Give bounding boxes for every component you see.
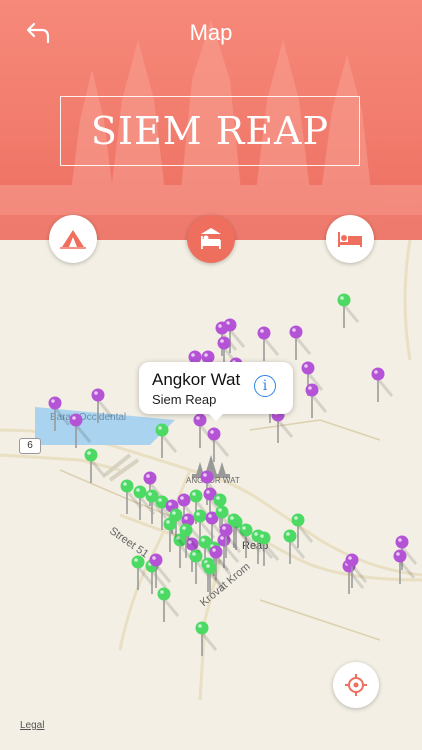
bed-icon	[338, 232, 362, 247]
callout-tail	[207, 412, 225, 421]
attraction-map-pin[interactable]	[257, 326, 280, 362]
restaurant-map-pin[interactable]	[257, 531, 280, 567]
restaurant-map-pin[interactable]	[283, 529, 306, 565]
restaurant-map-pin[interactable]	[291, 513, 314, 549]
attraction-map-pin[interactable]	[91, 388, 114, 424]
legal-link[interactable]: Legal	[20, 720, 44, 731]
attraction-map-pin[interactable]	[305, 383, 328, 419]
tent-icon	[60, 230, 86, 249]
attraction-map-pin[interactable]	[48, 396, 71, 432]
attraction-map-pin[interactable]	[69, 413, 92, 449]
header-banner: Map SIEM REAP	[0, 0, 422, 250]
attraction-map-pin[interactable]	[393, 549, 416, 585]
map-callout[interactable]: Angkor Wat Siem Reap i	[139, 362, 293, 421]
callout-title: Angkor Wat	[152, 370, 241, 389]
callout-subtitle: Siem Reap	[152, 392, 217, 407]
restaurant-map-pin[interactable]	[155, 423, 178, 459]
info-icon[interactable]: i	[254, 375, 276, 397]
attraction-map-pin[interactable]	[289, 325, 312, 361]
locate-button[interactable]	[333, 662, 379, 708]
restaurant-map-pin[interactable]	[157, 587, 180, 623]
restaurant-map-pin[interactable]	[84, 448, 107, 484]
city-title-frame: SIEM REAP	[60, 96, 360, 166]
restaurant-map-pin[interactable]	[337, 293, 360, 329]
attraction-map-pin[interactable]	[207, 427, 230, 463]
bed-category-button[interactable]	[326, 215, 374, 263]
restaurant-map-pin[interactable]	[203, 561, 226, 597]
restaurant-map-pin[interactable]	[195, 621, 218, 657]
tent-category-button[interactable]	[49, 215, 97, 263]
hotel-bed-icon	[201, 228, 221, 249]
page-title: Map	[189, 20, 233, 45]
attraction-map-pin[interactable]	[371, 367, 394, 403]
city-name: SIEM REAP	[90, 109, 330, 153]
locate-icon	[345, 674, 367, 696]
hotel-category-button[interactable]	[187, 215, 235, 263]
